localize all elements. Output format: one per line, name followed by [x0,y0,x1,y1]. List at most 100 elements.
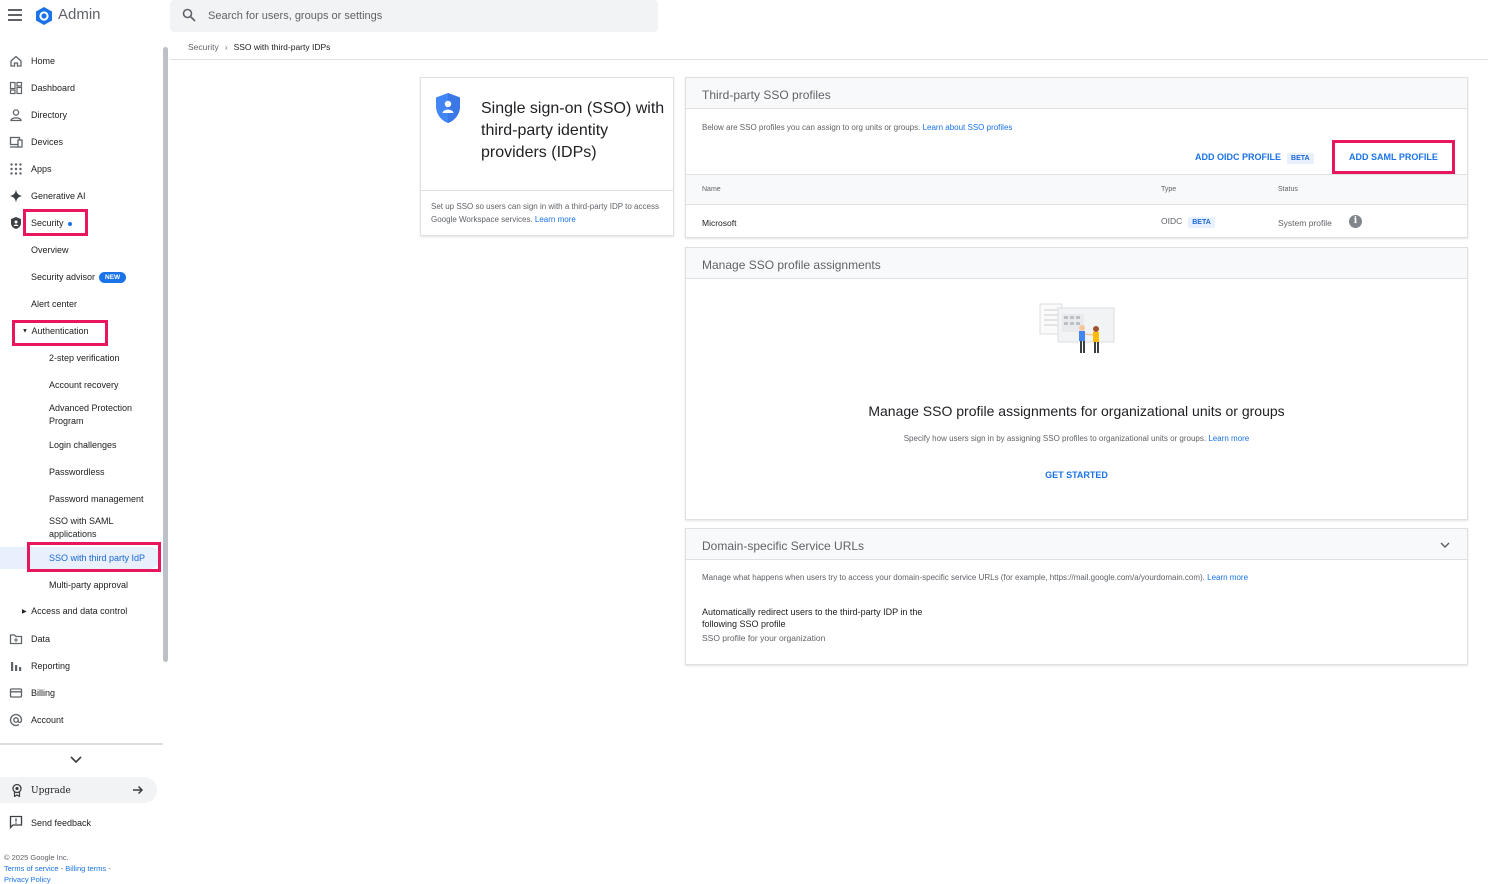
sidebar-item-security[interactable]: Security [0,212,160,234]
copyright-text: © 2025 Google Inc. [4,853,69,862]
sidebar-item-label: Devices [31,137,64,147]
sidebar-item-label-wrap: Security [31,218,72,228]
terms-link[interactable]: Terms of service [4,864,59,873]
new-badge: NEW [99,272,127,284]
sidebar-item-generative-ai[interactable]: Generative AI [0,185,160,207]
apps-grid-icon [10,163,22,175]
get-started-button[interactable]: GET STARTED [1045,470,1108,480]
profile-name: Microsoft [702,218,737,228]
caret-right-icon: ▶ [22,609,27,616]
sidebar-item-access-data-control[interactable]: ▶ Access and data control [22,606,127,616]
domain-learn-more-link[interactable]: Learn more [1207,573,1248,582]
sidebar-item-home[interactable]: Home [0,50,160,72]
info-icon[interactable]: i [1349,215,1362,228]
search-input[interactable] [208,6,638,26]
panel-title: Domain-specific Service URLs [702,539,865,553]
billing-terms-link[interactable]: Billing terms [65,864,106,873]
breadcrumb-current: SSO with third-party IDPs [233,42,331,52]
sidebar-item-account[interactable]: Account [0,709,160,731]
sidebar-item-label: Account [31,715,64,725]
intro-description: Set up SSO so users can sign in with a t… [431,200,667,226]
sidebar-item-2-step-verification[interactable]: 2-step verification [49,352,159,365]
beta-badge: BETA [1287,153,1314,164]
shield-icon [11,217,21,229]
redirect-setting-label[interactable]: Automatically redirect users to the thir… [702,606,952,630]
sidebar-item-login-challenges[interactable]: Login challenges [49,439,159,452]
app-title[interactable]: Admin [58,6,101,23]
sidebar-item-data[interactable]: Data [0,628,160,650]
sidebar-item-sso-third-party[interactable]: SSO with third party IdP [49,552,159,565]
assignments-description: Specify how users sign in by assigning S… [686,434,1467,443]
sidebar-item-multi-party-approval[interactable]: Multi-party approval [49,579,159,592]
sidebar-scrollbar[interactable] [163,47,168,662]
sidebar-item-password-management[interactable]: Password management [49,493,159,506]
sidebar-item-label: Data [31,634,51,644]
third-party-sso-profiles-card: Third-party SSO profiles Below are SSO p… [685,77,1468,238]
chevron-down-icon[interactable] [68,753,84,767]
card-divider [421,190,673,191]
devices-icon [9,136,23,148]
sidebar-item-sso-saml-apps[interactable]: SSO with SAML applications [49,515,129,541]
panel-title: Manage SSO profile assignments [702,258,881,272]
upgrade-label: Upgrade [31,786,71,796]
sidebar-item-apps[interactable]: Apps [0,158,160,180]
sidebar-item-label: Apps [31,164,52,174]
at-sign-icon [9,713,23,727]
add-oidc-profile-button[interactable]: ADD OIDC PROFILE BETA [1195,152,1314,164]
intro-learn-more-link[interactable]: Learn more [535,215,576,224]
send-feedback-label: Send feedback [31,818,92,828]
sidebar-item-label: Security [31,218,64,228]
sidebar-item-directory[interactable]: Directory [0,104,160,126]
sidebar-divider [0,743,163,745]
sidebar-item-devices[interactable]: Devices [0,131,160,153]
security-advisor-label: Security advisor [31,272,96,282]
admin-logo-icon [36,7,52,25]
add-oidc-label: ADD OIDC PROFILE [1195,152,1282,162]
sidebar-item-security-advisor[interactable]: Security advisor NEW [31,272,127,284]
sidebar: Home Dashboard Directory Devices Apps Ge… [0,45,170,884]
profile-type: OIDC BETA [1161,216,1215,228]
sidebar-item-advanced-protection[interactable]: Advanced Protection Program [49,402,159,428]
profiles-description: Below are SSO profiles you can assign to… [702,123,1012,132]
column-header-type[interactable]: Type [1161,186,1176,193]
sidebar-item-passwordless[interactable]: Passwordless [49,466,159,479]
send-feedback-button[interactable]: Send feedback [0,813,160,833]
feedback-icon [9,815,23,829]
sidebar-item-account-recovery[interactable]: Account recovery [49,379,159,392]
sidebar-item-label: Directory [31,110,68,120]
sidebar-item-label: Reporting [31,661,71,671]
sidebar-item-reporting[interactable]: Reporting [0,655,160,677]
breadcrumb-security-link[interactable]: Security [188,42,219,52]
table-row[interactable]: Microsoft OIDC BETA System profile i [686,205,1467,238]
arrow-right-icon [133,785,144,795]
person-icon [10,109,22,122]
sidebar-item-dashboard[interactable]: Dashboard [0,77,160,99]
caret-down-icon: ▼ [22,328,28,335]
sidebar-item-overview[interactable]: Overview [31,245,69,255]
assignments-heading: Manage SSO profile assignments for organ… [868,403,1285,419]
authentication-label: Authentication [31,326,89,336]
column-header-status[interactable]: Status [1278,186,1298,193]
header-divider [170,59,1488,60]
main-menu-icon[interactable] [6,7,24,25]
search-icon [182,8,196,22]
domain-specific-service-urls-card: Domain-specific Service URLs Manage what… [685,528,1468,665]
assignment-illustration-icon [1039,303,1115,353]
sso-intro-card: Single sign-on (SSO) with third-party id… [420,77,674,236]
search-bar[interactable] [170,0,658,32]
assignments-learn-more-link[interactable]: Learn more [1208,434,1249,443]
chevron-down-icon[interactable] [1439,539,1451,551]
dashboard-icon [9,81,23,95]
upgrade-button[interactable]: Upgrade [0,777,157,803]
shield-icon [436,93,460,123]
privacy-link[interactable]: Privacy Policy [4,875,51,884]
sidebar-item-alert-center[interactable]: Alert center [31,299,77,309]
column-header-name[interactable]: Name [702,186,721,193]
chevron-right-icon: › [224,42,228,52]
learn-about-sso-profiles-link[interactable]: Learn about SSO profiles [923,123,1013,132]
sparkle-icon [9,189,23,203]
sidebar-item-authentication[interactable]: ▼ Authentication [22,326,89,336]
panel-header[interactable]: Domain-specific Service URLs [686,529,1467,560]
sidebar-item-billing[interactable]: Billing [0,682,160,704]
add-saml-profile-button[interactable]: ADD SAML PROFILE [1349,152,1438,162]
